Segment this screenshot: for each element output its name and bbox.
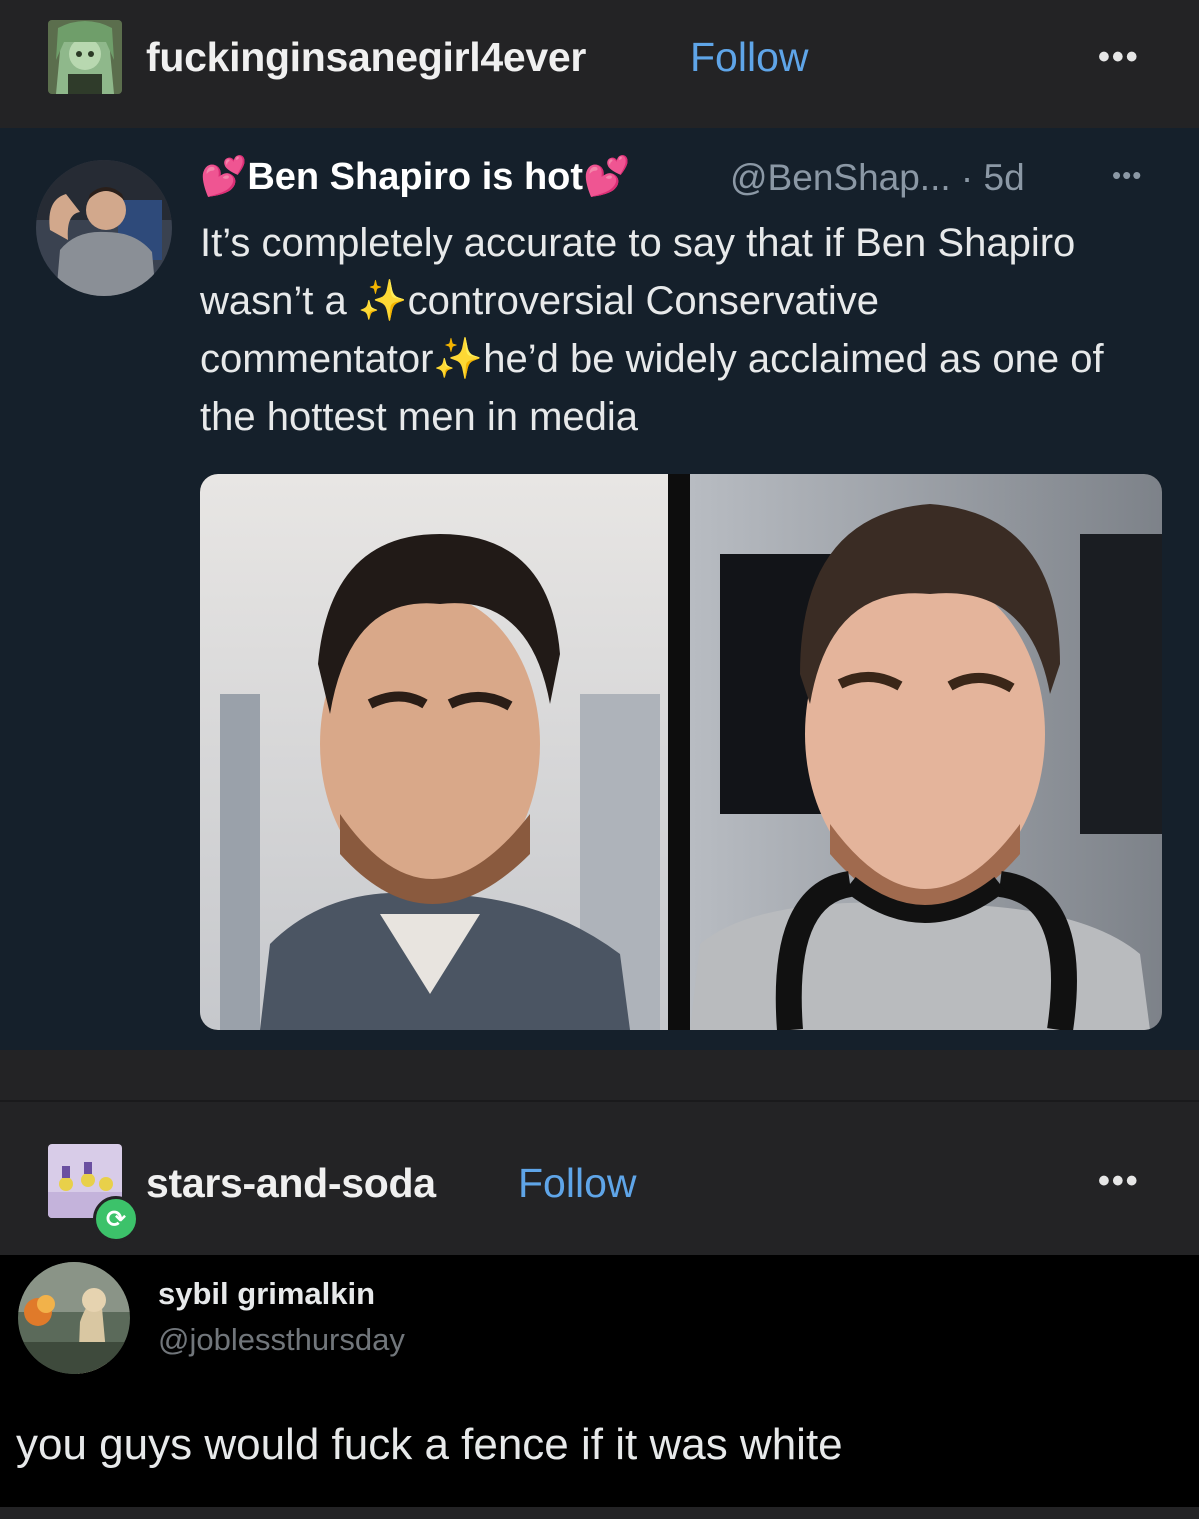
reply-display-name[interactable]: sybil grimalkin <box>158 1276 375 1312</box>
more-options-icon[interactable]: ••• <box>1098 1162 1140 1201</box>
user-avatar[interactable] <box>48 20 122 94</box>
reply-handle[interactable]: @joblessthursday <box>158 1322 405 1358</box>
post-header: fuckinginsanegirl4ever Follow ••• <box>0 0 1199 128</box>
tweet-text: It’s completely accurate to say that if … <box>200 214 1160 446</box>
heart-icon: 💕 <box>200 156 248 198</box>
reblog-icon: ⟳ <box>93 1196 139 1242</box>
tweet-avatar[interactable] <box>36 160 172 296</box>
more-options-icon[interactable]: ••• <box>1098 38 1140 77</box>
username[interactable]: fuckinginsanegirl4ever <box>146 34 586 81</box>
heart-icon: 💕 <box>583 156 631 198</box>
tweet-display-name-text: Ben Shapiro is hot <box>247 156 584 198</box>
reply-text: you guys would fuck a fence if it was wh… <box>16 1420 843 1469</box>
post-divider <box>0 1050 1199 1102</box>
tweet-handle-time[interactable]: @BenShap... · 5d <box>730 157 1025 199</box>
tweet-more-icon[interactable]: ••• <box>1112 160 1142 191</box>
follow-button[interactable]: Follow <box>690 34 808 81</box>
tweet-photos[interactable] <box>200 474 1162 1030</box>
tweet-display-name[interactable]: 💕Ben Shapiro is hot💕 <box>200 155 630 199</box>
post-footer-strip <box>0 1507 1199 1519</box>
reblogger-username[interactable]: stars-and-soda <box>146 1160 436 1207</box>
reply-avatar[interactable] <box>18 1262 130 1374</box>
sparkle-icon: ✨ <box>357 279 408 323</box>
reblog-header: stars-and-soda Follow ••• <box>0 1100 1199 1257</box>
tweet-photo-pair <box>200 474 1162 1030</box>
sparkle-icon: ✨ <box>433 337 484 381</box>
follow-button[interactable]: Follow <box>518 1160 636 1207</box>
